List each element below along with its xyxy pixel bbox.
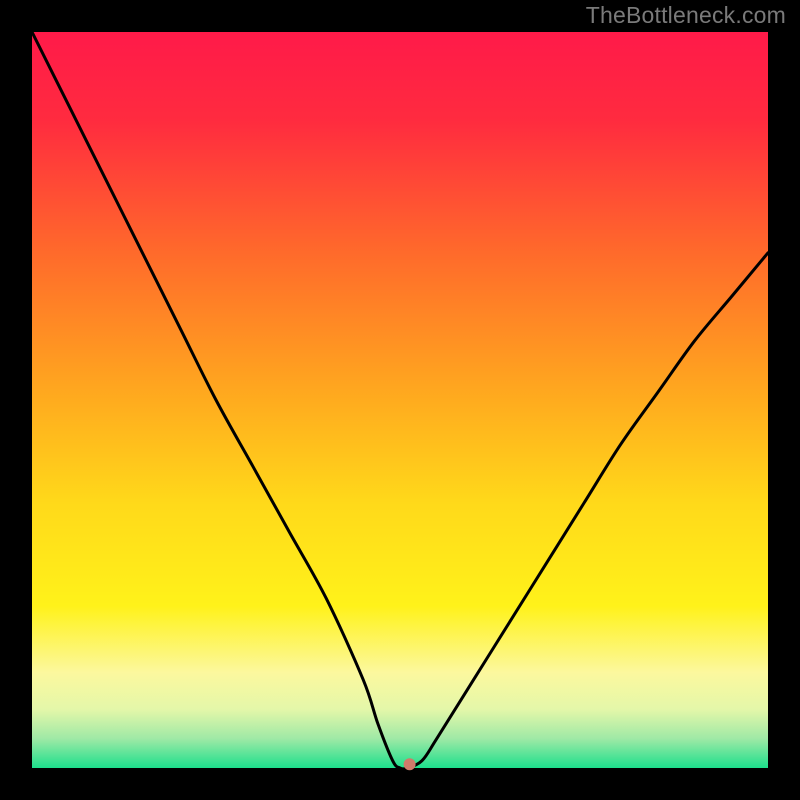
bottleneck-chart [0, 0, 800, 800]
plot-background [32, 32, 768, 768]
optimum-marker [404, 758, 416, 770]
chart-frame: TheBottleneck.com [0, 0, 800, 800]
